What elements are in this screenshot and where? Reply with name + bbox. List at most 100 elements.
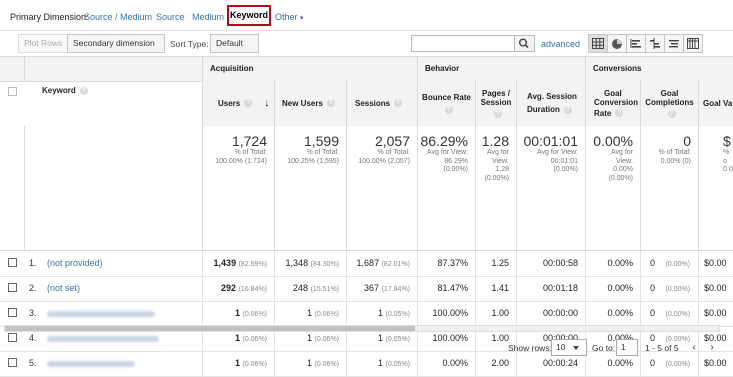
conversions-group-header: Conversions bbox=[585, 57, 733, 81]
goal-completions-cell-percent: (0.00%) bbox=[665, 286, 691, 293]
row-checkbox[interactable] bbox=[8, 283, 17, 292]
dimension-link-medium[interactable]: Medium bbox=[192, 12, 224, 22]
sessions-cell-value: 367 bbox=[364, 283, 380, 293]
dimension-other-label: Other bbox=[275, 12, 298, 22]
table-view-icon[interactable] bbox=[588, 34, 608, 53]
row-checkbox[interactable] bbox=[8, 258, 17, 267]
avg-session-duration-header[interactable]: Avg. Session Duration? bbox=[516, 80, 585, 126]
goal-value-cell: $0.00 bbox=[698, 276, 733, 301]
avg-duration-cell: 00:00:58 bbox=[516, 251, 585, 276]
total-conv-line1: Avg for bbox=[610, 149, 633, 156]
total-duration-line2: 00:01:01 bbox=[550, 157, 578, 165]
bounce-rate-cell-value: 87.37% bbox=[437, 258, 468, 268]
plot-rows-button[interactable]: Plot Rows bbox=[18, 34, 69, 53]
keyword-link[interactable]: (not set) bbox=[47, 276, 80, 301]
goal-conversion-cell-value: 0.00% bbox=[607, 283, 633, 293]
total-duration-line3: (0.00%) bbox=[553, 166, 578, 173]
bounce-rate-cell-value: 100.00% bbox=[432, 308, 468, 318]
secondary-dimension-dropdown[interactable]: Secondary dimension bbox=[67, 34, 165, 63]
goal-conv-header-line2: Conversion bbox=[594, 97, 639, 107]
goal-completions-cell-value: 0 bbox=[650, 283, 656, 293]
table-search-input[interactable] bbox=[411, 35, 515, 52]
goal-conv-header-line1: Goal bbox=[604, 88, 622, 98]
goto-page-input[interactable]: 1 bbox=[616, 339, 638, 356]
search-button[interactable] bbox=[515, 35, 535, 52]
goal-completions-cell: 0 (0.00%) bbox=[640, 251, 698, 276]
keyword-link-redacted[interactable] bbox=[47, 301, 155, 326]
help-icon[interactable]: ? bbox=[326, 99, 335, 107]
pivot-view-icon[interactable] bbox=[683, 34, 703, 53]
avg-duration-cell: 00:00:00 bbox=[516, 301, 585, 326]
horizontal-scrollbar[interactable] bbox=[4, 325, 720, 332]
comparison-view-icon[interactable] bbox=[645, 34, 665, 53]
total-pages-line3: 1.28 bbox=[495, 166, 509, 173]
goal-conversion-rate-header[interactable]: Goal Conversion Rate? bbox=[585, 80, 640, 126]
total-pages-line2: View: bbox=[492, 157, 509, 165]
table-toolbar: Plot Rows Secondary dimension Sort Type:… bbox=[0, 30, 733, 63]
goal-value-cell-value: $0.00 bbox=[704, 308, 727, 318]
scrollbar-thumb[interactable] bbox=[5, 326, 415, 331]
sessions-cell-percent: (0.05%) bbox=[385, 361, 410, 368]
goal-conversion-cell: 0.00% bbox=[585, 276, 640, 301]
total-users-value: 1,724 bbox=[231, 133, 267, 149]
goal-value-header[interactable]: Goal Va bbox=[698, 80, 733, 126]
users-cell-value: 1,439 bbox=[213, 258, 237, 268]
sessions-cell-value: 1 bbox=[377, 308, 383, 318]
help-icon[interactable]: ? bbox=[494, 109, 502, 118]
help-icon[interactable]: ? bbox=[444, 105, 453, 114]
select-all-checkbox[interactable] bbox=[8, 87, 17, 96]
avg-duration-header-line2: Duration bbox=[527, 105, 560, 114]
help-icon[interactable]: ? bbox=[394, 99, 403, 107]
pie-view-icon[interactable] bbox=[607, 34, 627, 53]
primary-dimension-label: Primary Dimension: bbox=[10, 12, 89, 22]
show-rows-label: Show rows: bbox=[508, 343, 552, 353]
performance-view-icon[interactable] bbox=[626, 34, 646, 53]
row-checkbox[interactable] bbox=[8, 358, 17, 367]
sort-type-dropdown[interactable]: Default bbox=[210, 34, 259, 63]
goal-completions-cell-percent: (0.00%) bbox=[665, 361, 691, 368]
help-icon[interactable]: ? bbox=[667, 109, 676, 118]
sort-type-label: Sort Type: bbox=[170, 39, 209, 49]
goal-comp-header-line1: Goal bbox=[660, 88, 679, 98]
show-rows-select[interactable]: 10 bbox=[551, 339, 587, 356]
new-users-cell: 1,348 (84.30%) bbox=[274, 251, 346, 276]
total-new-users-value: 1,599 bbox=[303, 133, 339, 149]
sessions-header[interactable]: Sessions? bbox=[346, 80, 417, 126]
dimension-link-source[interactable]: Source bbox=[156, 12, 185, 22]
total-new-users-line2: 100.25% (1,595) bbox=[287, 157, 339, 165]
total-users: 1,724 % of Total: 100.00% (1,724) bbox=[202, 126, 274, 251]
total-avg-duration: 00:01:01 Avg for View: 00:01:01 (0.00%) bbox=[516, 126, 585, 251]
total-value-value: $ bbox=[723, 133, 731, 149]
new-users-cell-percent: (0.06%) bbox=[314, 361, 339, 368]
goal-conversion-cell: 0.00% bbox=[585, 251, 640, 276]
bounce-rate-header[interactable]: Bounce Rate? bbox=[417, 80, 475, 126]
goal-conversion-cell-value: 0.00% bbox=[607, 258, 633, 268]
avg-duration-cell: 00:01:18 bbox=[516, 276, 585, 301]
help-icon[interactable]: ? bbox=[563, 105, 572, 114]
row-checkbox[interactable] bbox=[8, 308, 17, 317]
next-page-icon[interactable]: › bbox=[704, 339, 720, 356]
users-header[interactable]: Users? ↓ bbox=[202, 80, 274, 126]
goal-conversion-cell: 0.00% bbox=[585, 301, 640, 326]
sessions-cell-value: 1,687 bbox=[356, 258, 380, 268]
keyword-header[interactable]: Keyword? bbox=[42, 86, 88, 95]
help-icon[interactable]: ? bbox=[615, 109, 624, 118]
total-pages-session: 1.28 Avg for View: 1.28 (0.00%) bbox=[475, 126, 516, 251]
advanced-filter-link[interactable]: advanced bbox=[541, 39, 580, 49]
help-icon[interactable]: ? bbox=[79, 86, 88, 95]
dimension-other-dropdown[interactable]: Other ▾ bbox=[275, 12, 304, 22]
pages-session-cell: 1.25 bbox=[475, 251, 516, 276]
term-cloud-icon[interactable] bbox=[664, 34, 684, 53]
dimension-link-source-medium[interactable]: Source / Medium bbox=[84, 12, 152, 22]
help-icon[interactable]: ? bbox=[244, 99, 253, 107]
keyword-link[interactable]: (not provided) bbox=[47, 251, 103, 276]
new-users-header[interactable]: New Users? bbox=[274, 80, 346, 126]
goal-completions-cell: 0 (0.00%) bbox=[640, 301, 698, 326]
pages-session-header[interactable]: Pages / Session? bbox=[475, 80, 516, 126]
goal-completions-header[interactable]: Goal Completions? bbox=[640, 80, 698, 126]
previous-page-icon[interactable]: ‹ bbox=[686, 339, 702, 356]
dimension-selected-keyword[interactable]: Keyword bbox=[227, 5, 271, 26]
total-conv-line2: View: bbox=[616, 157, 633, 165]
sort-type-value: Default bbox=[216, 38, 243, 48]
pages-session-cell-value: 1.41 bbox=[491, 283, 509, 293]
